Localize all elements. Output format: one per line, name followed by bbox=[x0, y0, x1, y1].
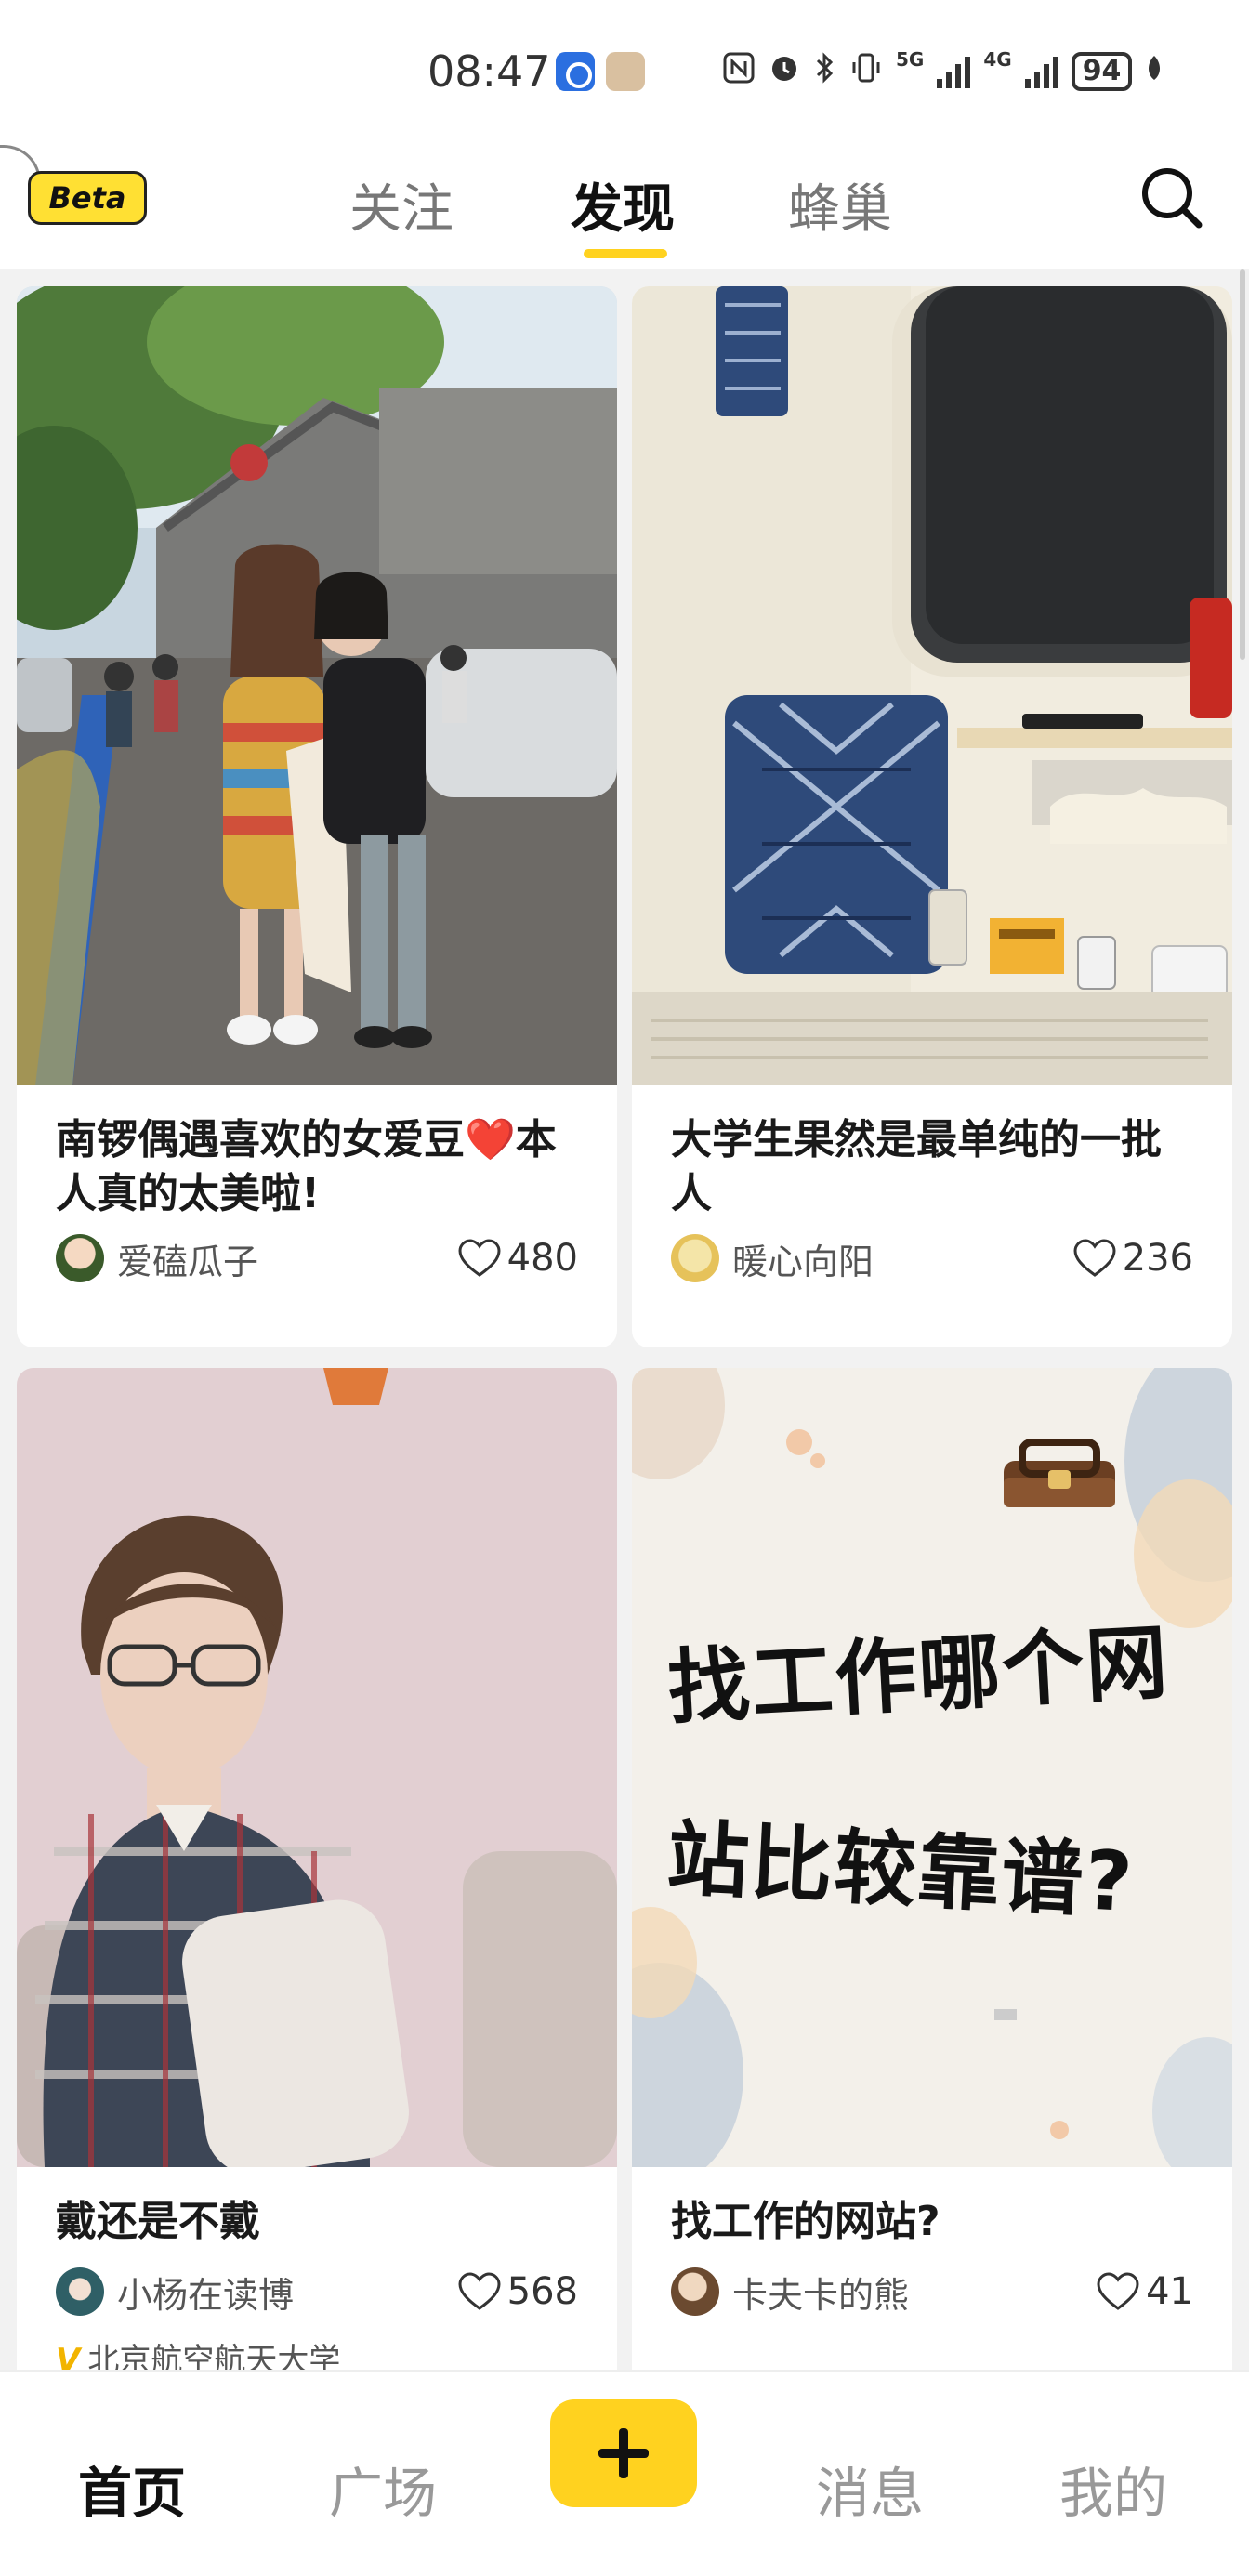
like-button[interactable]: 41 bbox=[1096, 2270, 1193, 2313]
post-meta: 卡夫卡的熊 41 bbox=[671, 2264, 1193, 2320]
post-title[interactable]: 大学生果然是最单纯的一批人 bbox=[671, 1113, 1193, 1221]
heart-icon bbox=[458, 1239, 501, 1277]
verified-v-icon: V bbox=[56, 2342, 81, 2370]
avatar[interactable] bbox=[56, 2267, 104, 2316]
alarm-icon bbox=[768, 51, 801, 93]
like-count: 236 bbox=[1122, 1237, 1193, 1280]
bluetooth-icon bbox=[814, 51, 836, 93]
post-author[interactable]: 爱磕瓜子 bbox=[117, 1233, 457, 1284]
heart-icon bbox=[1073, 1239, 1116, 1277]
post-image[interactable] bbox=[632, 286, 1232, 1085]
battery-indicator: 94 bbox=[1071, 52, 1133, 91]
like-button[interactable]: 568 bbox=[457, 2270, 578, 2313]
post-author[interactable]: 暖心向阳 bbox=[732, 1233, 1072, 1284]
feed-grid: 南锣偶遇喜欢的女爱豆❤️本人真的太美啦! 爱磕瓜子 480 大学生果然是最单纯的… bbox=[0, 269, 1249, 2370]
like-count: 480 bbox=[506, 1237, 578, 1280]
status-time: 08:47 bbox=[427, 46, 551, 97]
image-text-line-2: 站比较靠谱? bbox=[664, 1809, 1137, 1931]
leaf-icon bbox=[1145, 53, 1164, 90]
post-card[interactable]: 找工作哪个网 站比较靠谱? 找工作的网站? 卡夫卡的熊 41 bbox=[632, 1368, 1232, 2370]
post-card[interactable]: 大学生果然是最单纯的一批人 暖心向阳 236 bbox=[632, 286, 1232, 1347]
tab-discover[interactable]: 发现 bbox=[571, 167, 675, 243]
post-image[interactable] bbox=[17, 286, 617, 1085]
school-tag[interactable]: V 北京航空航天大学 bbox=[56, 2334, 340, 2370]
active-tab-indicator bbox=[584, 249, 667, 258]
post-title[interactable]: 戴还是不戴 bbox=[56, 2195, 578, 2249]
app-notification-icon-2 bbox=[606, 52, 645, 91]
signal-icon-2 bbox=[1024, 55, 1058, 88]
avatar[interactable] bbox=[56, 1234, 104, 1282]
create-post-button[interactable] bbox=[550, 2399, 697, 2507]
school-name: 北京航空航天大学 bbox=[87, 2342, 341, 2370]
app-screen: 08:47 5G 4G 94 Beta 关注 发现 蜂巢 南锣偶遇喜欢的女爱豆❤… bbox=[0, 0, 1249, 2576]
tab-following[interactable]: 关注 bbox=[349, 167, 454, 243]
avatar[interactable] bbox=[671, 2267, 719, 2316]
like-count: 41 bbox=[1146, 2270, 1193, 2313]
heart-icon bbox=[458, 2272, 501, 2310]
search-icon[interactable] bbox=[1137, 164, 1204, 230]
post-card[interactable]: 南锣偶遇喜欢的女爱豆❤️本人真的太美啦! 爱磕瓜子 480 bbox=[17, 286, 617, 1347]
like-count: 568 bbox=[506, 2270, 578, 2313]
post-author[interactable]: 卡夫卡的熊 bbox=[732, 2267, 1096, 2318]
post-title[interactable]: 南锣偶遇喜欢的女爱豆❤️本人真的太美啦! bbox=[56, 1113, 578, 1221]
network-5g-label: 5G bbox=[896, 48, 925, 71]
nav-profile[interactable]: 我的 bbox=[1059, 2450, 1167, 2528]
like-button[interactable]: 480 bbox=[457, 1237, 578, 1280]
bottom-navigation: 首页 广场 消息 我的 bbox=[0, 2370, 1249, 2576]
nfc-icon bbox=[723, 52, 755, 92]
beta-badge[interactable]: Beta bbox=[28, 171, 147, 225]
post-meta: 暖心向阳 236 bbox=[671, 1230, 1193, 1286]
heart-icon bbox=[1097, 2272, 1139, 2310]
post-title[interactable]: 找工作的网站? bbox=[671, 2195, 1193, 2249]
signal-icon bbox=[937, 55, 971, 88]
avatar[interactable] bbox=[671, 1234, 719, 1282]
app-notification-icon bbox=[556, 52, 595, 91]
network-4g-label: 4G bbox=[983, 48, 1012, 71]
status-icons: 5G 4G 94 bbox=[723, 48, 1164, 95]
nav-home[interactable]: 首页 bbox=[78, 2450, 186, 2528]
post-author[interactable]: 小杨在读博 bbox=[117, 2267, 457, 2318]
tab-hive[interactable]: 蜂巢 bbox=[788, 167, 892, 243]
vibrate-icon bbox=[849, 51, 883, 93]
nav-messages[interactable]: 消息 bbox=[816, 2450, 924, 2528]
top-header: Beta 关注 发现 蜂巢 bbox=[0, 139, 1249, 269]
post-image[interactable] bbox=[17, 1368, 617, 2167]
nav-square[interactable]: 广场 bbox=[329, 2450, 437, 2528]
post-image[interactable]: 找工作哪个网 站比较靠谱? bbox=[632, 1368, 1232, 2167]
post-meta: 小杨在读博 568 bbox=[56, 2264, 578, 2320]
status-bar: 08:47 5G 4G 94 bbox=[0, 0, 1249, 139]
post-meta: 爱磕瓜子 480 bbox=[56, 1230, 578, 1286]
like-button[interactable]: 236 bbox=[1072, 1237, 1193, 1280]
post-card[interactable]: 戴还是不戴 小杨在读博 568 V 北京航空航天大学 bbox=[17, 1368, 617, 2370]
